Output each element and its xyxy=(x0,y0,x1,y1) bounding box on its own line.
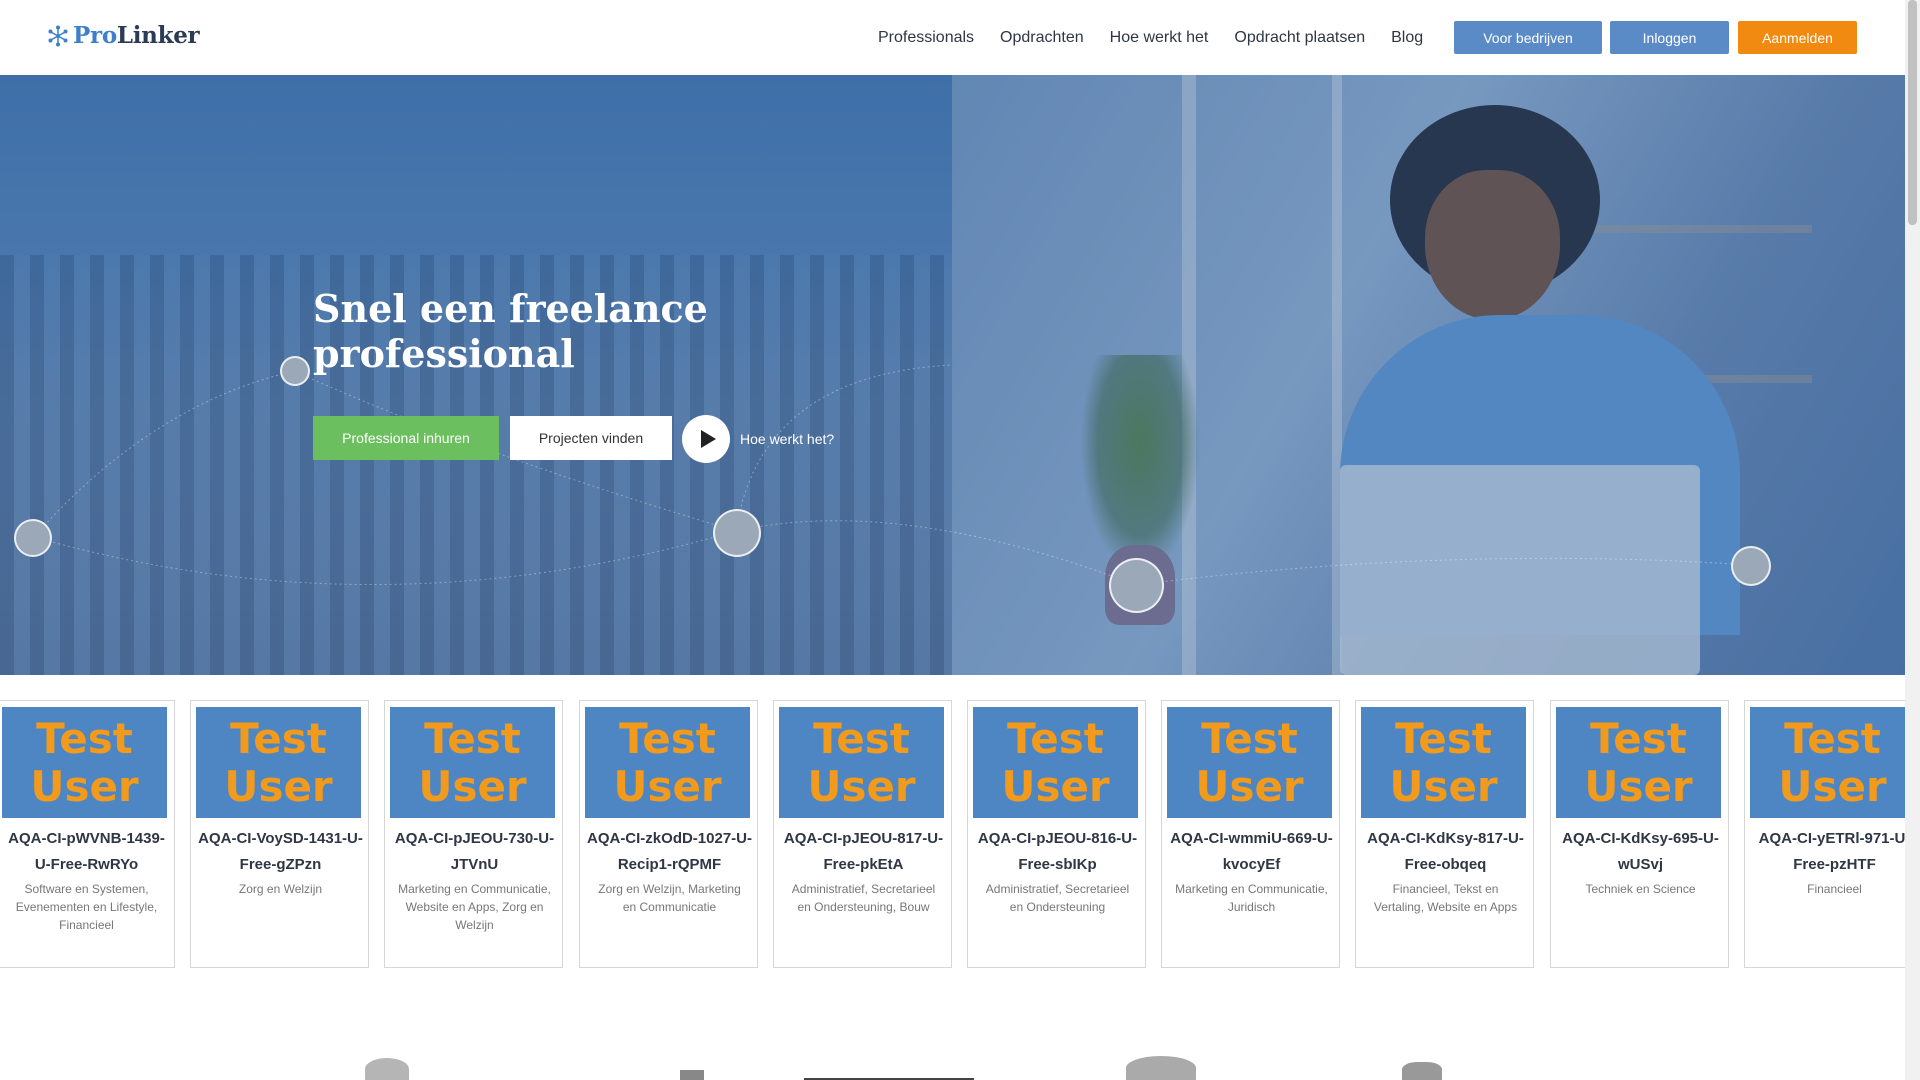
nav-blog[interactable]: Blog xyxy=(1391,29,1423,47)
nav-hoe-werkt-het[interactable]: Hoe werkt het xyxy=(1110,29,1209,47)
partner-logo xyxy=(365,1058,409,1080)
how-it-works-link[interactable]: Hoe werkt het? xyxy=(740,431,834,447)
partner-logo xyxy=(1402,1062,1442,1080)
professional-card[interactable]: Test User AQA-CI-zkOdD-1027-U-Recip1-rQPMF… xyxy=(579,700,758,968)
logo-text: ProLinker xyxy=(73,22,200,49)
professional-card[interactable]: Test User AQA-CI-pJEOU-817-U-Free-pkEtA Adm… xyxy=(773,700,952,968)
profile-photo-text: User xyxy=(1001,762,1110,811)
avatar xyxy=(280,356,310,386)
main-nav: Professionals Opdrachten Hoe werkt het O… xyxy=(878,0,1449,75)
profile-photo-text: User xyxy=(613,762,722,811)
page-scrollbar[interactable] xyxy=(1905,0,1920,1080)
professional-categories: Administratief, Secretarieel en Onderste… xyxy=(985,882,1130,914)
nav-opdracht-plaatsen[interactable]: Opdracht plaatsen xyxy=(1234,29,1365,47)
profile-photo-text: User xyxy=(224,762,333,811)
profile-photo: Test User xyxy=(196,707,361,818)
profile-photo-text: User xyxy=(1584,762,1693,811)
professional-name[interactable]: AQA-CI-pWVNB-1439-U-Free-RwRYo xyxy=(1,826,172,878)
profile-photo-text: Test xyxy=(424,714,521,763)
profile-photo-text: Test xyxy=(1007,714,1104,763)
profile-photo-text: Test xyxy=(619,714,716,763)
professional-card[interactable]: Test User AQA-CI-KdKsy-817-U-Free-obqeq Fin… xyxy=(1355,700,1534,968)
profile-photo-text: User xyxy=(1195,762,1304,811)
avatar xyxy=(1731,546,1771,586)
professional-card[interactable]: Test User AQA-CI-VoySD-1431-U-Free-gZPzn Zo… xyxy=(190,700,369,968)
professional-categories: Marketing en Communicatie, Website en Ap… xyxy=(398,882,551,932)
professional-name[interactable]: AQA-CI-KdKsy-695-U-wUSvj xyxy=(1555,826,1726,878)
avatar xyxy=(713,509,761,557)
professional-categories: Marketing en Communicatie, Juridisch xyxy=(1175,882,1328,914)
profile-photo-text: Test xyxy=(813,714,910,763)
professional-name[interactable]: AQA-CI-pJEOU-817-U-Free-pkEtA xyxy=(778,826,949,878)
partner-logo xyxy=(1126,1056,1196,1080)
professional-name[interactable]: AQA-CI-pJEOU-816-U-Free-sbIKp xyxy=(972,826,1143,878)
profile-photo-text: User xyxy=(807,762,916,811)
hero-title: Snel een freelance professional xyxy=(313,286,708,376)
profile-photo: Test User xyxy=(2,707,167,818)
professional-categories: Administratief, Secretarieel en Onderste… xyxy=(791,882,936,914)
profile-photo: Test User xyxy=(1167,707,1332,818)
professional-card[interactable]: Test User AQA-CI-pJEOU-730-U-JTVnU Marketin… xyxy=(384,700,563,968)
profile-photo-text: User xyxy=(1389,762,1498,811)
professionals-carousel: Test User AQA-CI-pWVNB-1439-U-Free-RwRYo So… xyxy=(0,700,1905,968)
nav-opdrachten[interactable]: Opdrachten xyxy=(1000,29,1084,47)
professional-name[interactable]: AQA-CI-yETRl-971-U-Free-pzHTF xyxy=(1749,826,1905,878)
avatar xyxy=(1109,558,1164,613)
scrollbar-thumb[interactable] xyxy=(1908,0,1917,225)
avatar xyxy=(14,519,52,557)
profile-photo: Test User xyxy=(1750,707,1905,818)
professional-name[interactable]: AQA-CI-pJEOU-730-U-JTVnU xyxy=(389,826,560,878)
partner-logos xyxy=(0,1040,1905,1080)
login-button[interactable]: Inloggen xyxy=(1610,21,1729,54)
network-snowflake-icon xyxy=(48,25,68,46)
professional-name[interactable]: AQA-CI-VoySD-1431-U-Free-gZPzn xyxy=(195,826,366,878)
professional-categories: Zorg en Welzijn xyxy=(238,882,323,896)
hire-professional-button[interactable]: Professional inhuren xyxy=(313,416,499,460)
voor-bedrijven-button[interactable]: Voor bedrijven xyxy=(1454,21,1602,54)
partner-logo xyxy=(680,1070,704,1080)
professional-categories: Zorg en Welzijn, Marketing en Communicat… xyxy=(598,882,741,914)
professional-card[interactable]: Test User AQA-CI-KdKsy-695-U-wUSvj Techniek… xyxy=(1550,700,1729,968)
find-projects-button[interactable]: Projecten vinden xyxy=(510,416,672,460)
profile-photo: Test User xyxy=(1361,707,1526,818)
profile-photo-text: Test xyxy=(230,714,327,763)
profile-photo-text: User xyxy=(1778,762,1887,811)
hero-section: Snel een freelance professional Professi… xyxy=(0,75,1905,675)
nav-professionals[interactable]: Professionals xyxy=(878,29,974,47)
profile-photo: Test User xyxy=(1556,707,1721,818)
profile-photo-text: User xyxy=(30,762,139,811)
professional-categories: Financieel xyxy=(1807,882,1862,896)
profile-photo: Test User xyxy=(585,707,750,818)
professional-card[interactable]: Test User AQA-CI-wmmiU-669-U-kvocyEf Market… xyxy=(1161,700,1340,968)
professional-categories: Software en Systemen, Evenementen en Lif… xyxy=(15,882,158,932)
professional-name[interactable]: AQA-CI-wmmiU-669-U-kvocyEf xyxy=(1166,826,1337,878)
professional-card[interactable]: Test User AQA-CI-pJEOU-816-U-Free-sbIKp Adm… xyxy=(967,700,1146,968)
profile-photo-text: Test xyxy=(1201,714,1298,763)
prolinker-logo[interactable]: ProLinker xyxy=(47,22,200,49)
professional-card[interactable]: Test User AQA-CI-pWVNB-1439-U-Free-RwRYo So… xyxy=(0,700,175,968)
profile-photo-text: User xyxy=(418,762,527,811)
profile-photo: Test User xyxy=(390,707,555,818)
professional-categories: Financieel, Tekst en Vertaling, Website … xyxy=(1373,882,1518,914)
professional-categories: Techniek en Science xyxy=(1585,882,1696,896)
signup-button[interactable]: Aanmelden xyxy=(1738,21,1857,54)
profile-photo-text: Test xyxy=(36,714,133,763)
professional-name[interactable]: AQA-CI-KdKsy-817-U-Free-obqeq xyxy=(1360,826,1531,878)
profile-photo-text: Test xyxy=(1395,714,1492,763)
play-icon xyxy=(700,430,716,448)
profile-photo-text: Test xyxy=(1590,714,1687,763)
professional-name[interactable]: AQA-CI-zkOdD-1027-U-Recip1-rQPMF xyxy=(584,826,755,878)
site-header: ProLinker Professionals Opdrachten Hoe w… xyxy=(0,0,1905,75)
profile-photo: Test User xyxy=(973,707,1138,818)
professional-card[interactable]: Test User AQA-CI-yETRl-971-U-Free-pzHTF Fin… xyxy=(1744,700,1905,968)
profile-photo: Test User xyxy=(779,707,944,818)
profile-photo-text: Test xyxy=(1784,714,1881,763)
play-video-button[interactable] xyxy=(682,415,730,463)
